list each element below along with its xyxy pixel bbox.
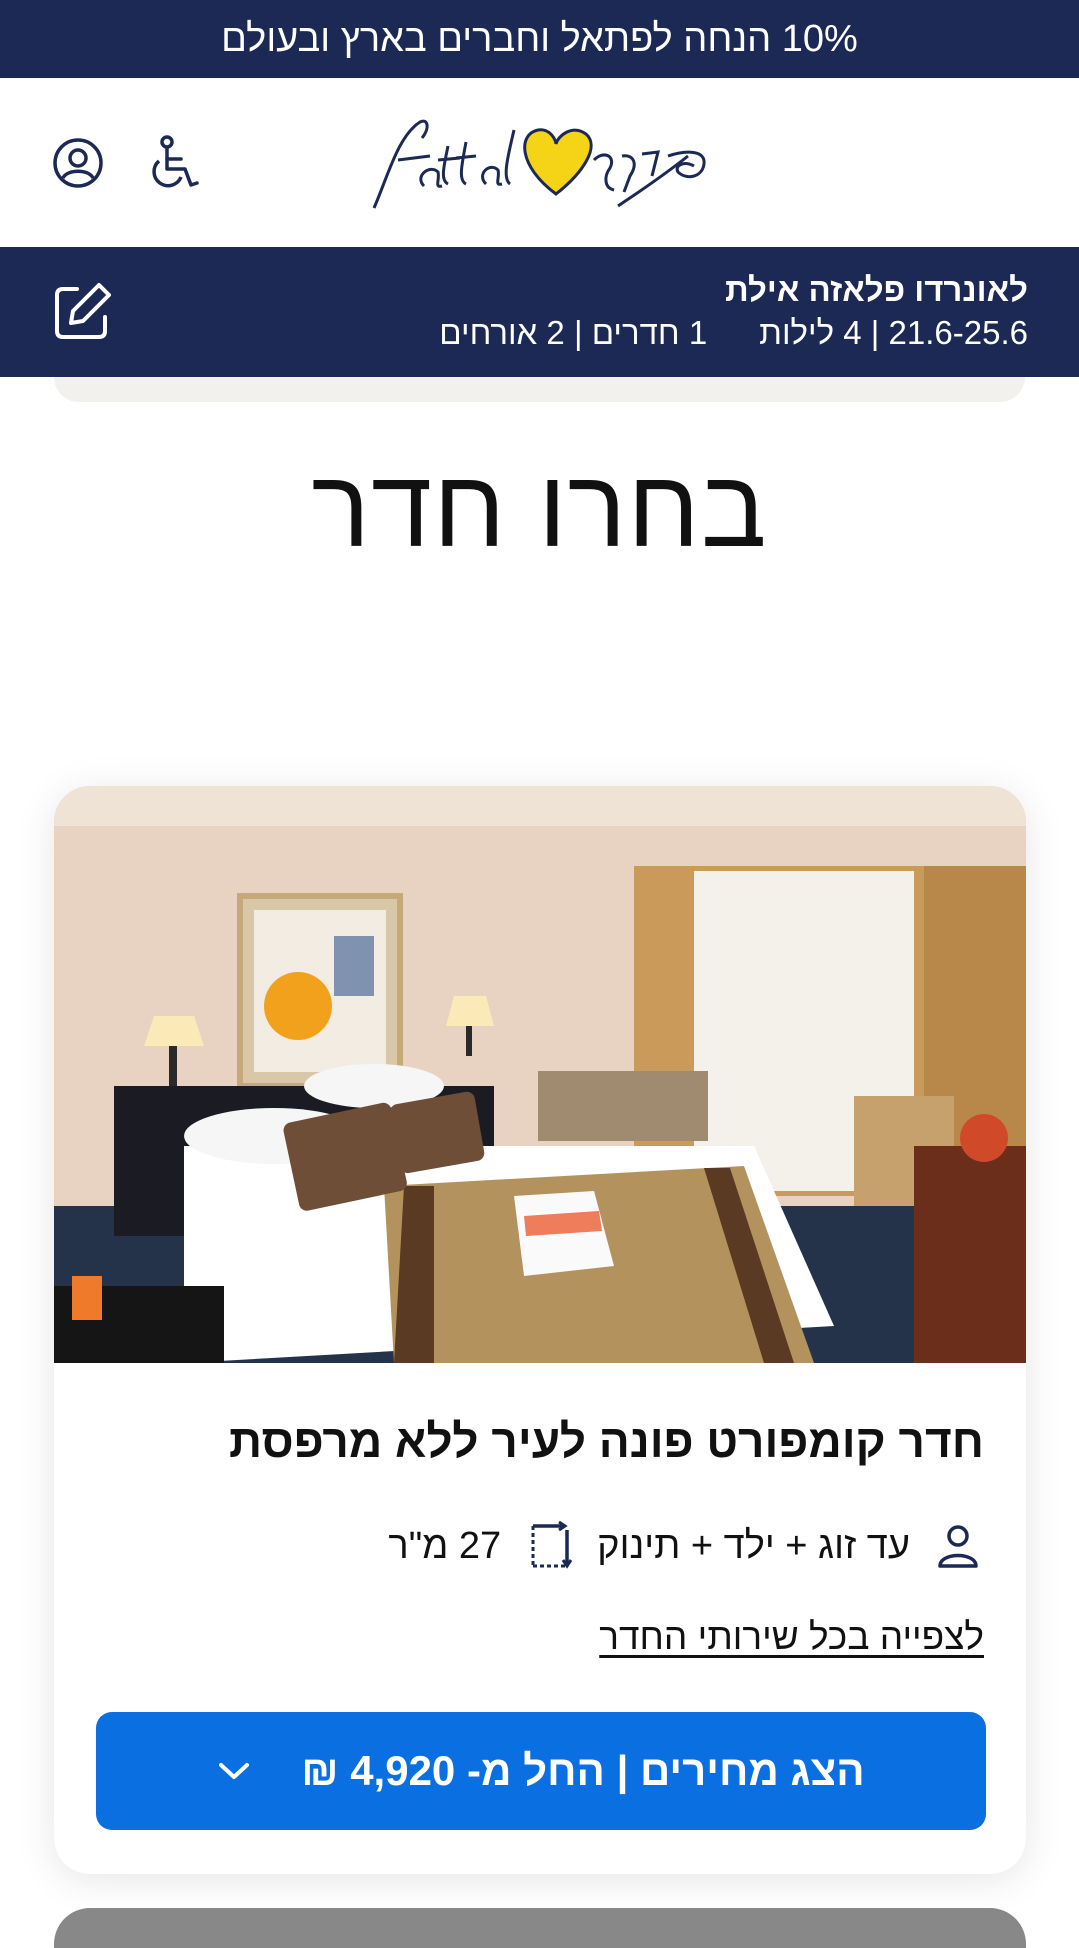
room-name: חדר קומפורט פונה לעיר ללא מרפסת	[229, 1415, 984, 1467]
booking-rooms: 1 חדרים	[591, 314, 708, 351]
promo-banner[interactable]: 10% הנחה לפתאל וחברים בארץ ובעולם	[0, 0, 1079, 78]
hotel-name: לאונרדו פלאזה אילת	[724, 271, 1028, 308]
room-photo[interactable]	[54, 786, 1026, 1363]
page-title: בחרו חדר	[311, 447, 768, 570]
room-meta: עד זוג + ילד + תינוק 27 מ"ר	[366, 1516, 984, 1576]
room-occupancy: עד זוג + ילד + תינוק	[597, 1524, 910, 1567]
edit-icon[interactable]	[53, 281, 111, 341]
room-size: 27 מ"ר	[388, 1524, 502, 1567]
room-card: חדר קומפורט פונה לעיר ללא מרפסת עד זוג +…	[54, 786, 1026, 1874]
fattal-logo[interactable]	[368, 116, 713, 216]
chevron-down-icon	[217, 1760, 251, 1782]
promo-text: 10% הנחה לפתאל וחברים בארץ ובעולם	[221, 17, 858, 60]
booking-bar-bottom-edge	[54, 377, 1025, 402]
booking-guests: 2 אורחים	[439, 314, 565, 351]
guests-icon	[932, 1520, 984, 1572]
booking-dates: 21.6-25.6	[888, 314, 1028, 351]
show-prices-label: הצג מחירים | החל מ- 4,920 ₪	[301, 1747, 865, 1794]
booking-details: 21.6-25.6 | 4 לילות 1 חדרים | 2 אורחים	[439, 314, 1028, 351]
site-header	[0, 78, 1079, 247]
next-room-card	[54, 1908, 1026, 1948]
account-icon[interactable]	[48, 133, 108, 193]
room-size-icon	[523, 1520, 575, 1572]
room-amenities-link[interactable]: לצפייה בכל שירותי החדר	[599, 1616, 984, 1658]
show-prices-button[interactable]: הצג מחירים | החל מ- 4,920 ₪	[96, 1712, 986, 1830]
accessibility-icon[interactable]	[145, 133, 205, 193]
booking-nights: 4 לילות	[759, 314, 862, 351]
booking-summary-bar[interactable]: לאונרדו פלאזה אילת 21.6-25.6 | 4 לילות 1…	[0, 247, 1079, 377]
